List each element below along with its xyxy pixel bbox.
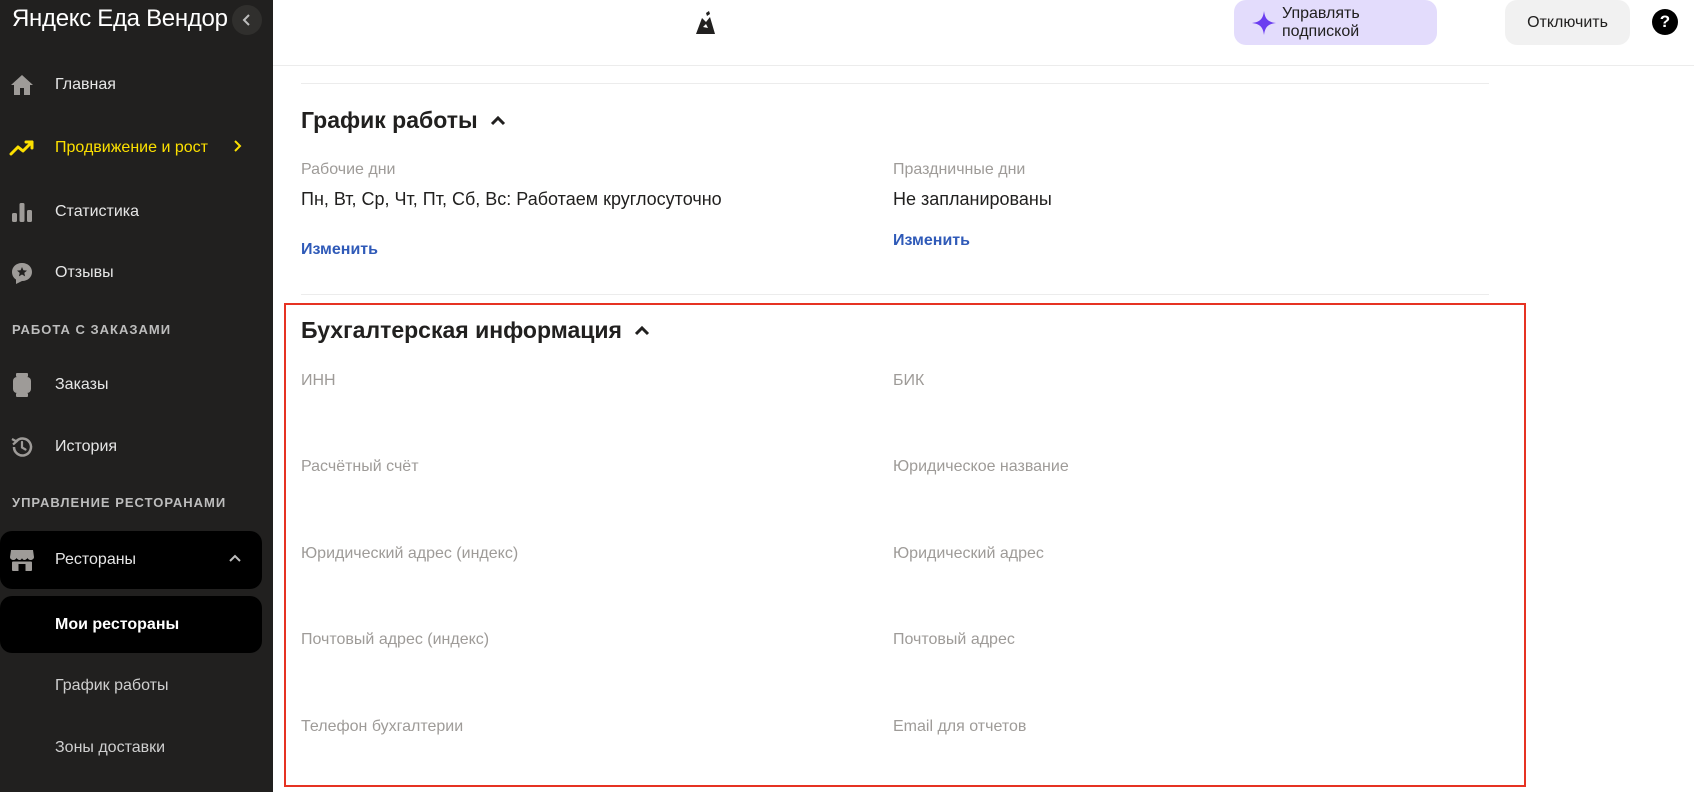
sidebar-subitem-label: Зоны доставки [55, 739, 166, 756]
chevron-up-icon [634, 325, 649, 335]
sparkle-icon [1251, 10, 1277, 41]
inn-field-label: ИНН [301, 372, 336, 389]
section-label-orders: РАБОТА С ЗАКАЗАМИ [12, 322, 172, 337]
holidays-label: Праздничные дни [893, 161, 1026, 178]
manage-subscription-button[interactable]: Управлять подпиской [1234, 0, 1437, 45]
sidebar-subitem-label: Мои рестораны [55, 615, 180, 633]
top-bar: Управлять подпиской Отключить ? [273, 0, 1694, 66]
sidebar-item-label: Отзывы [55, 264, 114, 281]
sidebar-subitem-delivery-zones[interactable]: Зоны доставки [0, 720, 262, 776]
accounting-section-title[interactable]: Бухгалтерская информация [301, 317, 650, 344]
accounting-phone-label: Телефон бухгалтерии [301, 718, 464, 735]
sidebar-item-label: Главная [55, 76, 116, 93]
legal-address-index-label: Юридический адрес (индекс) [301, 545, 519, 562]
disable-button[interactable]: Отключить [1505, 0, 1630, 45]
review-star-icon [9, 260, 35, 286]
section-label-restaurants: УПРАВЛЕНИЕ РЕСТОРАНАМИ [12, 495, 227, 510]
sidebar-item-label: Заказы [55, 376, 109, 393]
sidebar-subitem-schedule[interactable]: График работы [0, 658, 262, 714]
section-title-text: Бухгалтерская информация [301, 317, 622, 343]
legal-name-label: Юридическое название [893, 458, 1069, 475]
work-days-label: Рабочие дни [301, 161, 396, 178]
postal-address-label: Почтовый адрес [893, 631, 1015, 648]
bar-chart-icon [9, 199, 35, 225]
chevron-up-icon [228, 551, 242, 569]
sidebar-item-reviews[interactable]: Отзывы [0, 246, 262, 300]
sidebar-item-home[interactable]: Главная [0, 58, 262, 112]
postal-address-index-label: Почтовый адрес (индекс) [301, 631, 490, 648]
account-field-label: Расчётный счёт [301, 458, 419, 475]
chevron-up-icon [490, 115, 505, 125]
sidebar-item-label: Статистика [55, 203, 140, 220]
holidays-value: Не запланированы [893, 189, 1052, 209]
divider [301, 83, 1489, 84]
section-title-text: График работы [301, 107, 478, 133]
chevron-right-icon [232, 139, 242, 158]
sidebar-subitem-my-restaurants[interactable]: Мои рестораны [0, 596, 262, 653]
sidebar-item-orders[interactable]: Заказы [0, 358, 262, 412]
edit-holidays-link[interactable]: Изменить [893, 232, 970, 250]
divider [301, 294, 1489, 295]
sidebar-item-label: Продвижение и рост [55, 139, 208, 156]
edit-work-days-link[interactable]: Изменить [301, 241, 378, 259]
store-icon [9, 547, 35, 573]
trend-up-icon [9, 135, 35, 161]
brand-title[interactable]: Яндекс Еда Вендор [12, 5, 228, 33]
sidebar-subitem-label: График работы [55, 677, 169, 694]
sidebar-item-restaurants[interactable]: Рестораны [0, 531, 262, 589]
restaurant-logo-icon [692, 10, 718, 36]
sidebar-item-label: История [55, 438, 118, 455]
watch-icon [9, 372, 35, 398]
home-icon [9, 72, 35, 98]
bik-field-label: БИК [893, 372, 925, 389]
chevron-left-icon [242, 14, 250, 26]
history-icon [9, 434, 35, 460]
manage-subscription-label: Управлять подпиской [1282, 4, 1360, 40]
sidebar-item-statistics[interactable]: Статистика [0, 185, 262, 239]
report-email-label: Email для отчетов [893, 718, 1027, 735]
help-icon[interactable]: ? [1652, 9, 1678, 35]
sidebar-item-history[interactable]: История [0, 420, 262, 474]
sidebar-item-label: Рестораны [55, 551, 137, 568]
schedule-section-title[interactable]: График работы [301, 107, 506, 134]
work-days-value: Пн, Вт, Ср, Чт, Пт, Сб, Вс: Работаем кру… [301, 189, 722, 209]
sidebar-item-promotion[interactable]: Продвижение и рост [0, 121, 262, 175]
legal-address-label: Юридический адрес [893, 545, 1044, 562]
sidebar: Яндекс Еда Вендор Главная Продвижение и … [0, 0, 273, 792]
collapse-sidebar-button[interactable] [232, 5, 262, 35]
